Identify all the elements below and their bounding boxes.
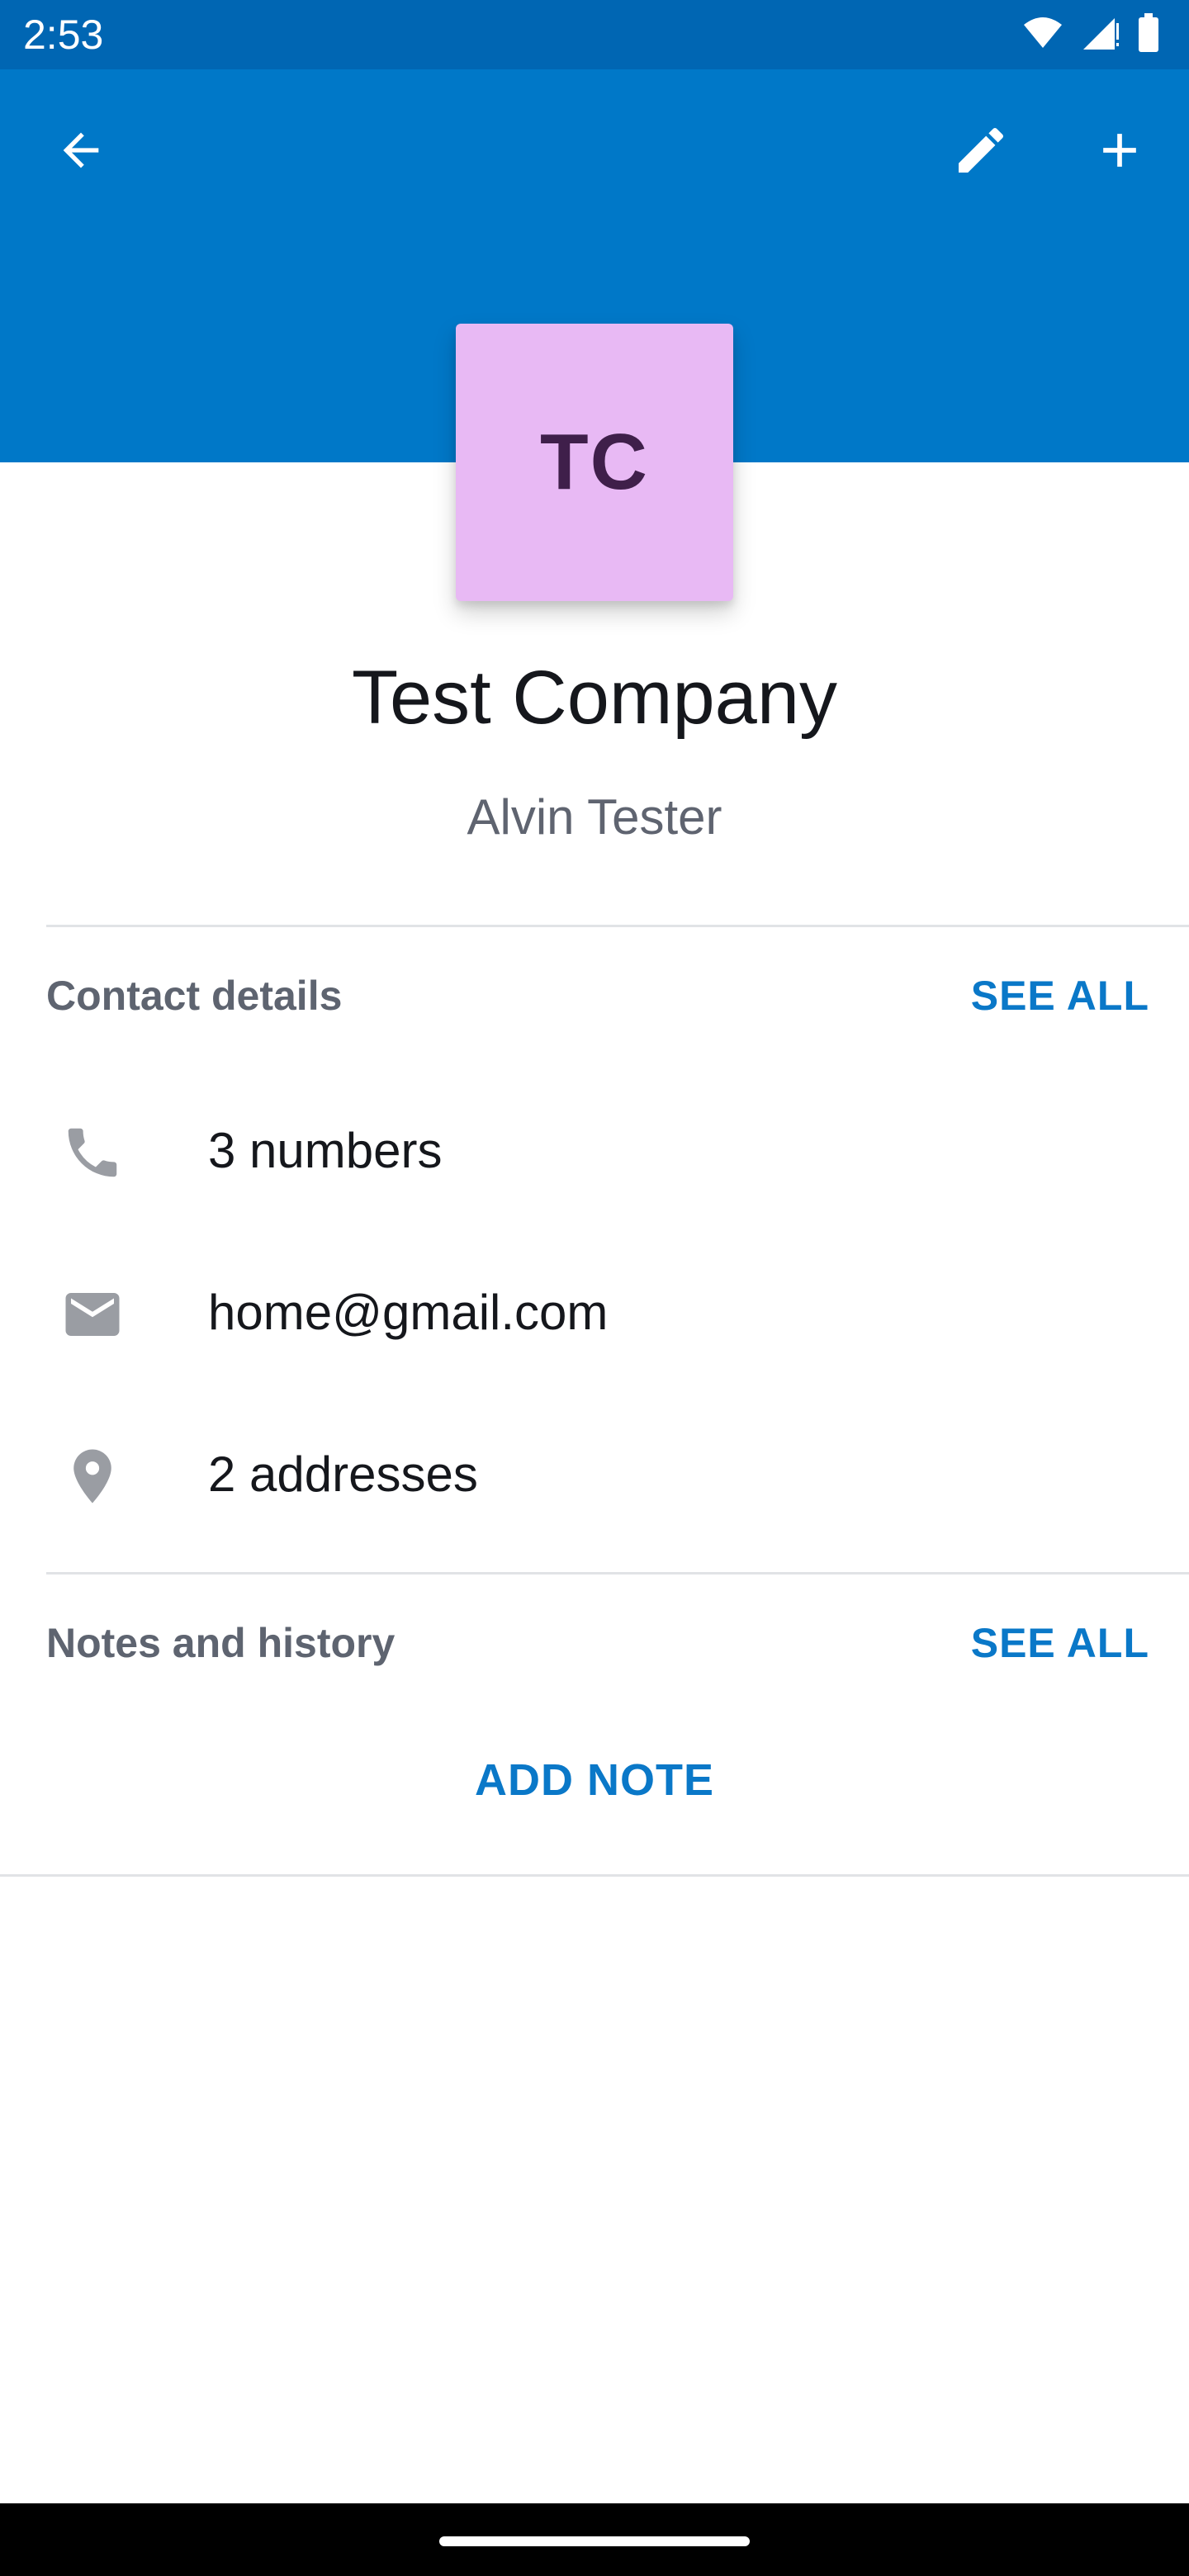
avatar: TC [456,324,733,601]
person-name: Alvin Tester [467,789,722,845]
back-arrow-icon [54,124,107,181]
notes-see-all-button[interactable]: SEE ALL [971,1618,1149,1668]
contact-details-title: Contact details [46,973,343,1019]
system-nav-bar [0,2503,1189,2576]
wifi-icon [1022,17,1063,54]
email-value: home@gmail.com [208,1285,609,1340]
divider [46,925,1189,927]
cellular-signal-icon [1082,15,1120,55]
contact-detail-screen: 2:53 TC Test Company Alvin Tester Contac… [0,0,1189,2576]
edit-pencil-icon [951,121,1011,184]
email-row[interactable]: home@gmail.com [0,1235,1189,1384]
add-button[interactable] [1080,112,1159,192]
company-name: Test Company [351,656,838,740]
status-bar: 2:53 [0,0,1189,69]
phone-summary: 3 numbers [208,1123,443,1178]
address-summary: 2 addresses [208,1447,478,1502]
address-row[interactable]: 2 addresses [0,1397,1189,1546]
add-plus-icon [1092,122,1148,182]
email-icon [58,1280,127,1349]
home-gesture-handle[interactable] [439,2536,750,2546]
phone-row[interactable]: 3 numbers [0,1073,1189,1222]
status-icons [1022,12,1159,57]
battery-icon [1138,12,1159,57]
notes-history-title: Notes and history [46,1620,396,1666]
add-note-button[interactable]: ADD NOTE [0,1754,1189,1807]
edit-button[interactable] [941,112,1021,192]
phone-icon [58,1118,127,1187]
divider [46,1572,1189,1574]
status-time: 2:53 [23,12,104,58]
back-button[interactable] [41,112,121,192]
divider [0,1874,1189,1877]
avatar-initials: TC [540,418,649,506]
location-pin-icon [58,1442,127,1511]
contact-details-see-all-button[interactable]: SEE ALL [971,971,1149,1020]
